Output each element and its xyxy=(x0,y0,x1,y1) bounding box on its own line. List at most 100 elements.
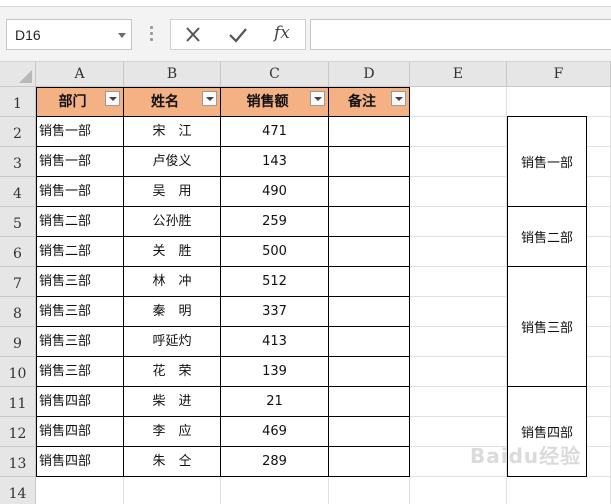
filter-dropdown-icon[interactable] xyxy=(310,91,325,106)
cell-e2[interactable] xyxy=(410,117,507,147)
row-header-10[interactable]: 10 xyxy=(0,357,36,387)
name-cell[interactable]: 关 胜 xyxy=(124,237,221,267)
name-cell[interactable]: 宋 江 xyxy=(124,117,221,147)
dept-cell[interactable]: 销售二部 xyxy=(36,207,124,237)
row-header-9[interactable]: 9 xyxy=(0,327,36,357)
select-all-corner[interactable] xyxy=(0,62,36,87)
sales-cell[interactable]: 413 xyxy=(221,327,329,357)
column-header-a[interactable]: A xyxy=(36,62,124,87)
name-cell[interactable]: 秦 明 xyxy=(124,297,221,327)
cell-d5[interactable] xyxy=(329,207,410,237)
name-cell[interactable]: 卢俊义 xyxy=(124,147,221,177)
row-header-5[interactable]: 5 xyxy=(0,207,36,237)
filter-dropdown-icon[interactable] xyxy=(391,91,406,106)
name-cell[interactable]: 公孙胜 xyxy=(124,207,221,237)
dept-cell[interactable]: 销售四部 xyxy=(36,387,124,417)
name-cell[interactable]: 柴 进 xyxy=(124,387,221,417)
name-cell[interactable]: 林 冲 xyxy=(124,267,221,297)
sales-cell[interactable]: 337 xyxy=(221,297,329,327)
sales-cell[interactable]: 259 xyxy=(221,207,329,237)
cell-e4[interactable] xyxy=(410,177,507,207)
insert-function-icon[interactable]: fx xyxy=(270,23,296,47)
row-header-2[interactable]: 2 xyxy=(0,117,36,147)
sales-cell[interactable]: 500 xyxy=(221,237,329,267)
dept-cell[interactable]: 销售四部 xyxy=(36,417,124,447)
cell-e3[interactable] xyxy=(410,147,507,177)
merged-dept-cell[interactable]: 销售三部 xyxy=(507,266,587,387)
cell-d13[interactable] xyxy=(329,447,410,477)
sales-cell[interactable]: 471 xyxy=(221,117,329,147)
dept-cell[interactable]: 销售一部 xyxy=(36,117,124,147)
column-header-c[interactable]: C xyxy=(221,62,329,87)
header-cell-sales[interactable]: 销售额 xyxy=(221,87,329,117)
cell-d2[interactable] xyxy=(329,117,410,147)
sales-cell[interactable]: 21 xyxy=(221,387,329,417)
cell-e14[interactable] xyxy=(410,477,507,504)
merged-dept-cell[interactable]: 销售一部 xyxy=(507,116,587,207)
cell-e6[interactable] xyxy=(410,237,507,267)
row-header-7[interactable]: 7 xyxy=(0,267,36,297)
row-header-8[interactable]: 8 xyxy=(0,297,36,327)
name-cell[interactable]: 吴 用 xyxy=(124,177,221,207)
cell-c14[interactable] xyxy=(221,477,329,504)
cell-e11[interactable] xyxy=(410,387,507,417)
cell-f1[interactable] xyxy=(507,87,611,117)
formula-input[interactable] xyxy=(310,19,611,50)
filter-dropdown-icon[interactable] xyxy=(105,91,120,106)
column-header-b[interactable]: B xyxy=(124,62,221,87)
column-header-d[interactable]: D xyxy=(329,62,410,87)
name-cell[interactable]: 呼延灼 xyxy=(124,327,221,357)
row-header-14[interactable]: 14 xyxy=(0,477,36,504)
dept-cell[interactable]: 销售三部 xyxy=(36,327,124,357)
name-cell[interactable]: 花 荣 xyxy=(124,357,221,387)
drag-handle-icon[interactable] xyxy=(150,26,153,42)
cell-d10[interactable] xyxy=(329,357,410,387)
cell-e10[interactable] xyxy=(410,357,507,387)
sales-cell[interactable]: 512 xyxy=(221,267,329,297)
row-header-11[interactable]: 11 xyxy=(0,387,36,417)
column-header-f[interactable]: F xyxy=(507,62,611,87)
cell-e1[interactable] xyxy=(410,87,507,117)
name-box-dropdown-icon[interactable] xyxy=(118,33,126,38)
row-header-3[interactable]: 3 xyxy=(0,147,36,177)
cancel-icon[interactable] xyxy=(180,23,206,47)
row-header-6[interactable]: 6 xyxy=(0,237,36,267)
cell-d3[interactable] xyxy=(329,147,410,177)
header-cell-note[interactable]: 备注 xyxy=(329,87,410,117)
cell-d14[interactable] xyxy=(329,477,410,504)
dept-cell[interactable]: 销售三部 xyxy=(36,297,124,327)
row-header-13[interactable]: 13 xyxy=(0,447,36,477)
cell-e8[interactable] xyxy=(410,297,507,327)
row-header-4[interactable]: 4 xyxy=(0,177,36,207)
sales-cell[interactable]: 490 xyxy=(221,177,329,207)
cell-d11[interactable] xyxy=(329,387,410,417)
cell-a14[interactable] xyxy=(36,477,124,504)
cell-e5[interactable] xyxy=(410,207,507,237)
sales-cell[interactable]: 143 xyxy=(221,147,329,177)
dept-cell[interactable]: 销售三部 xyxy=(36,267,124,297)
cell-d4[interactable] xyxy=(329,177,410,207)
name-box[interactable]: D16 xyxy=(6,19,132,50)
sales-cell[interactable]: 139 xyxy=(221,357,329,387)
cell-d12[interactable] xyxy=(329,417,410,447)
cell-d7[interactable] xyxy=(329,267,410,297)
dept-cell[interactable]: 销售一部 xyxy=(36,177,124,207)
dept-cell[interactable]: 销售三部 xyxy=(36,357,124,387)
header-cell-dept[interactable]: 部门 xyxy=(36,87,124,117)
name-cell[interactable]: 李 应 xyxy=(124,417,221,447)
merged-dept-cell[interactable]: 销售二部 xyxy=(507,206,587,267)
cell-d6[interactable] xyxy=(329,237,410,267)
dept-cell[interactable]: 销售二部 xyxy=(36,237,124,267)
cell-d8[interactable] xyxy=(329,297,410,327)
sales-cell[interactable]: 289 xyxy=(221,447,329,477)
column-header-e[interactable]: E xyxy=(410,62,507,87)
cell-b14[interactable] xyxy=(124,477,221,504)
filter-dropdown-icon[interactable] xyxy=(202,91,217,106)
cell-f14[interactable] xyxy=(507,477,611,504)
sales-cell[interactable]: 469 xyxy=(221,417,329,447)
dept-cell[interactable]: 销售四部 xyxy=(36,447,124,477)
name-cell[interactable]: 朱 仝 xyxy=(124,447,221,477)
header-cell-name[interactable]: 姓名 xyxy=(124,87,221,117)
dept-cell[interactable]: 销售一部 xyxy=(36,147,124,177)
row-header-1[interactable]: 1 xyxy=(0,87,36,117)
